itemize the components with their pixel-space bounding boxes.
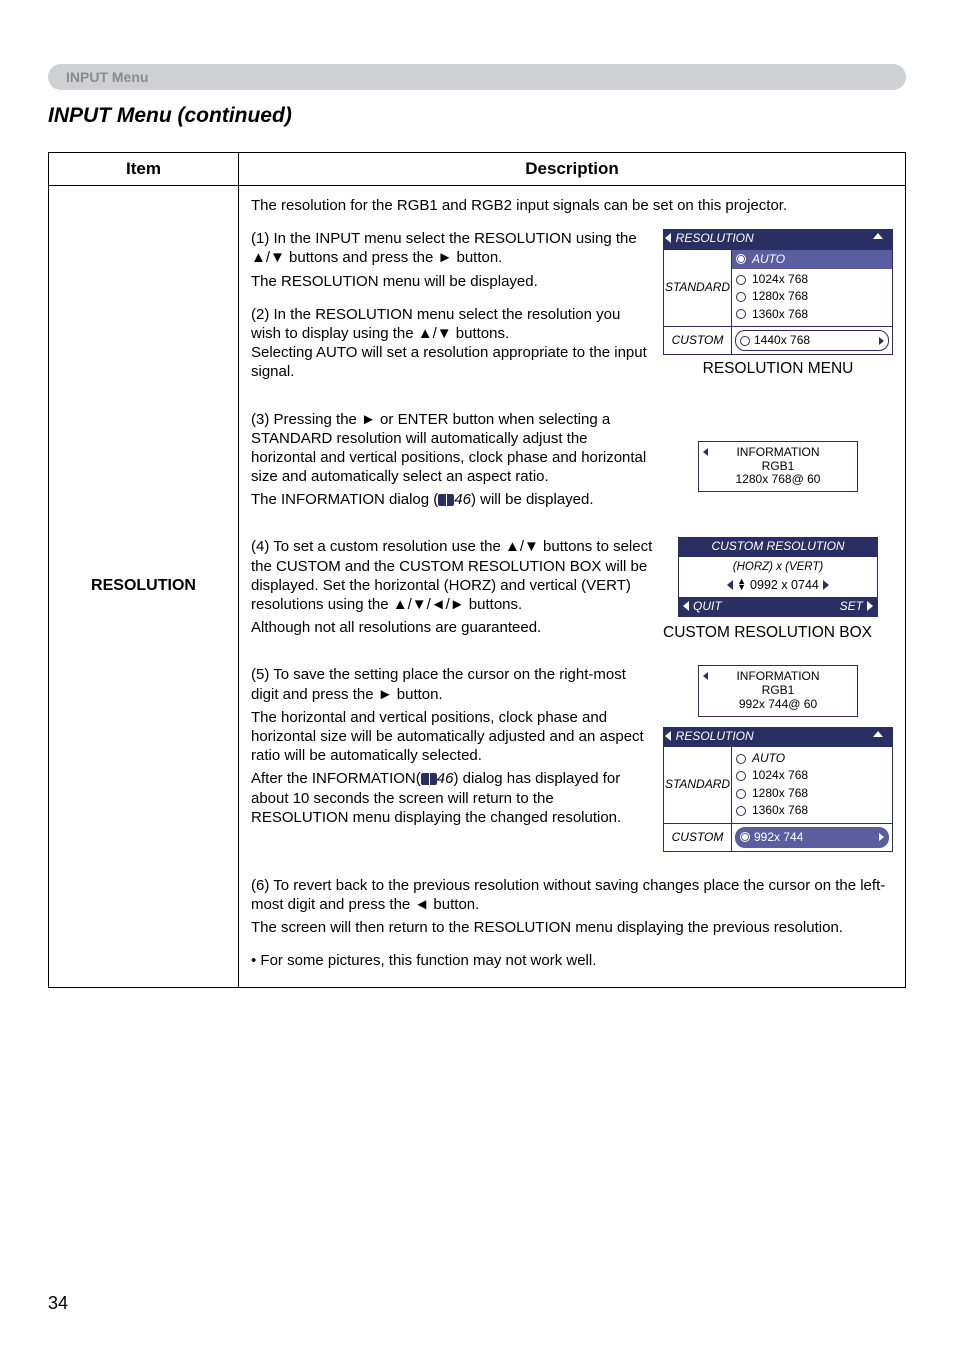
- book-icon: [421, 773, 437, 785]
- info-dialog-1: INFORMATION RGB1 1280x 768@ 60: [698, 441, 858, 492]
- th-desc: Description: [239, 153, 906, 186]
- osd2-standard-label: STANDARD: [664, 747, 732, 822]
- section-header-bar: INPUT Menu: [48, 64, 906, 90]
- triangle-left-icon: [665, 233, 671, 243]
- step5-text-a: (5) To save the setting place the cursor…: [251, 665, 653, 703]
- book-icon: [438, 494, 454, 506]
- osd2-opt-2: 1360x 768: [736, 802, 888, 819]
- osd1-custom-value: 1440x 768: [735, 330, 889, 351]
- osd2-opt-1: 1280x 768: [736, 785, 888, 802]
- step4-text-a: (4) To set a custom resolution use the ▲…: [251, 537, 653, 614]
- radio-icon: [740, 336, 750, 346]
- radio-on-icon: [736, 254, 746, 264]
- info-dialog-2: INFORMATION RGB1 992x 744@ 60: [698, 665, 858, 716]
- section-header-label: INPUT Menu: [66, 69, 148, 85]
- content-table: Item Description RESOLUTION The resoluti…: [48, 152, 906, 988]
- radio-icon: [736, 309, 746, 319]
- custom-res-labels: (HORZ) x (VERT): [683, 560, 873, 575]
- osd1-auto-row: AUTO: [732, 250, 892, 269]
- osd2-custom-label: CUSTOM: [664, 824, 732, 851]
- step5-text-c: After the INFORMATION(46) dialog has dis…: [251, 769, 653, 827]
- page-number: 34: [48, 1293, 68, 1314]
- osd-resolution-menu-1: RESOLUTION STANDARD AUTO 1024x 768 128: [663, 229, 893, 379]
- custom-resolution-box: CUSTOM RESOLUTION (HORZ) x (VERT) ▲▼ 099…: [678, 537, 878, 616]
- osd-resolution-menu-2: RESOLUTION STANDARD AUTO 1024x 768 128: [663, 727, 893, 852]
- custom-res-title: CUSTOM RESOLUTION: [678, 537, 878, 556]
- description-cell: The resolution for the RGB1 and RGB2 inp…: [239, 186, 906, 988]
- row-label-resolution: RESOLUTION: [49, 186, 239, 988]
- triangle-left-icon: [703, 672, 708, 680]
- step6-text-a: (6) To revert back to the previous resol…: [251, 876, 893, 914]
- radio-icon: [736, 292, 746, 302]
- step1-line2: The RESOLUTION menu will be displayed.: [251, 272, 653, 291]
- radio-icon: [736, 754, 746, 764]
- osd1-header: RESOLUTION: [663, 229, 893, 248]
- radio-icon: [736, 771, 746, 781]
- triangle-up-icon: [873, 731, 883, 737]
- triangle-left-icon: [703, 448, 708, 456]
- triangle-right-icon: [867, 601, 873, 611]
- triangle-left-icon: [727, 580, 733, 590]
- updown-arrows-icon: ▲▼: [737, 579, 746, 590]
- triangle-right-icon: [823, 580, 829, 590]
- custom-res-quit: QUIT: [679, 597, 778, 616]
- radio-icon: [736, 789, 746, 799]
- page-subtitle: INPUT Menu (continued): [48, 104, 292, 128]
- triangle-right-icon: [879, 337, 884, 345]
- triangle-up-icon: [873, 233, 883, 239]
- osd2-opt-0: 1024x 768: [736, 767, 888, 784]
- intro-text: The resolution for the RGB1 and RGB2 inp…: [251, 196, 893, 215]
- osd1-standard-label: STANDARD: [664, 250, 732, 326]
- radio-icon: [736, 275, 746, 285]
- th-item: Item: [49, 153, 239, 186]
- custom-res-set: SET: [778, 597, 877, 616]
- custom-res-values: ▲▼ 0992 x 0744: [683, 575, 873, 597]
- osd2-custom-value: 992x 744: [735, 827, 889, 848]
- triangle-left-icon: [665, 731, 671, 741]
- osd1-caption: RESOLUTION MENU: [663, 359, 893, 379]
- triangle-right-icon: [879, 833, 884, 841]
- custom-res-caption: CUSTOM RESOLUTION BOX: [663, 623, 893, 643]
- osd1-opt-1: 1280x 768: [736, 288, 888, 305]
- osd1-opt-0: 1024x 768: [736, 271, 888, 288]
- step4-text-b: Although not all resolutions are guarant…: [251, 618, 653, 637]
- radio-icon: [736, 806, 746, 816]
- step6-text-b: The screen will then return to the RESOL…: [251, 918, 893, 937]
- step2-text: (2) In the RESOLUTION menu select the re…: [251, 305, 653, 382]
- note-text: • For some pictures, this function may n…: [251, 951, 893, 970]
- osd1-custom-label: CUSTOM: [664, 327, 732, 354]
- step3-text-b: The INFORMATION dialog (46) will be disp…: [251, 490, 653, 509]
- osd2-header: RESOLUTION: [663, 727, 893, 746]
- step5-text-b: The horizontal and vertical positions, c…: [251, 708, 653, 766]
- step3-text-a: (3) Pressing the ► or ENTER button when …: [251, 410, 653, 487]
- osd2-auto-row: AUTO: [736, 750, 888, 767]
- triangle-left-icon: [683, 601, 689, 611]
- step1-line1: (1) In the INPUT menu select the RESOLUT…: [251, 229, 653, 267]
- osd1-opt-2: 1360x 768: [736, 306, 888, 323]
- radio-on-icon: [740, 832, 750, 842]
